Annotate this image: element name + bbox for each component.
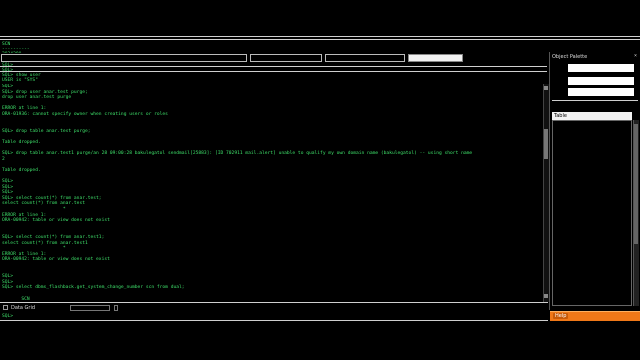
object-palette-title: Object Palette	[552, 54, 588, 60]
status-bar: Help	[550, 311, 640, 321]
status-badge[interactable]: Help	[553, 313, 569, 319]
scroll-down-arrow-icon[interactable]	[544, 294, 548, 298]
bottom-tabbar: Data Grid	[0, 303, 548, 313]
bottom-field[interactable]	[70, 305, 110, 311]
palette-table-label: Table	[554, 113, 567, 119]
toolbar-field-3[interactable]	[325, 54, 405, 62]
bottom-divider-2	[0, 320, 548, 321]
palette-table-header[interactable]: Table	[552, 112, 632, 120]
scrollbar-thumb[interactable]	[544, 129, 548, 159]
palette-scrollbar-thumb[interactable]	[634, 124, 638, 244]
toolbar-line-2	[0, 71, 547, 72]
terminal-line: SQL> drop table anar.test1 purge/an 28 0…	[2, 151, 473, 157]
grid-icon[interactable]	[3, 305, 8, 310]
top-divider	[0, 36, 640, 37]
top-divider-2	[0, 39, 640, 40]
palette-table-list[interactable]	[552, 120, 632, 306]
toolbar-line-1	[0, 66, 547, 67]
palette-field-3[interactable]	[568, 88, 634, 96]
palette-divider	[552, 100, 638, 101]
toolbar-field-1[interactable]	[1, 54, 247, 62]
toolbar-prompt-4: USER is "SYS"	[2, 78, 38, 83]
bottom-prompt[interactable]: SQL>	[2, 314, 13, 320]
toolbar-field-4[interactable]	[408, 54, 463, 62]
palette-field-1[interactable]	[568, 64, 634, 72]
toolbar-field-2[interactable]	[250, 54, 322, 62]
bottom-field-small[interactable]	[114, 305, 118, 311]
palette-scrollbar[interactable]	[633, 120, 639, 306]
palette-field-2[interactable]	[568, 77, 634, 85]
terminal-output[interactable]: SQL> SQL> drop user anar.test purge; drop …	[0, 84, 542, 302]
object-palette-panel: Object Palette × Table	[549, 52, 640, 310]
tab-data-grid[interactable]: Data Grid	[11, 305, 35, 311]
close-icon[interactable]: ×	[634, 54, 639, 59]
scroll-up-arrow-icon[interactable]	[544, 86, 548, 90]
toolbar-strip	[0, 53, 550, 63]
